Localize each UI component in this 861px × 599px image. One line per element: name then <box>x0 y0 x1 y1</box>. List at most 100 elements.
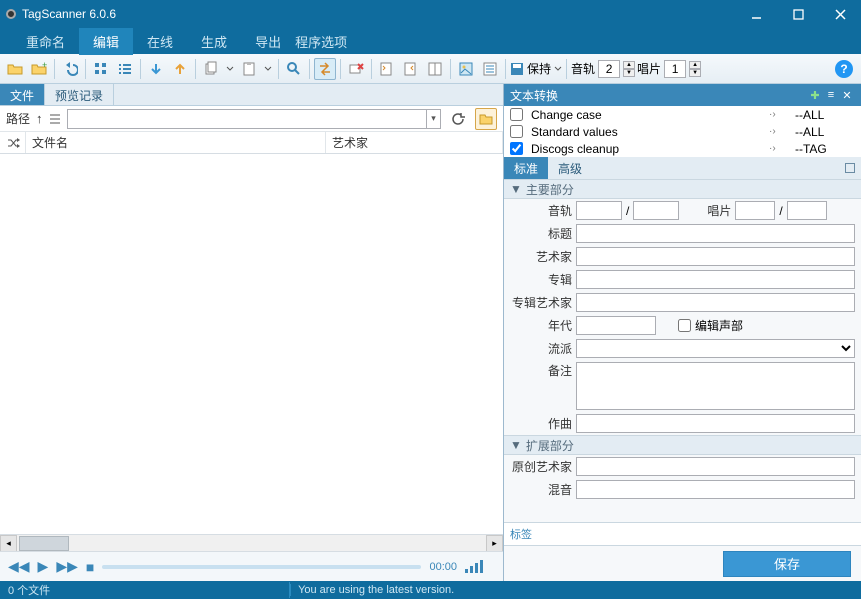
track-stepper[interactable]: ▲▼ <box>623 61 635 77</box>
refresh-icon <box>451 112 465 126</box>
script-checkbox[interactable] <box>510 108 523 121</box>
paste-dropdown[interactable] <box>262 58 274 80</box>
panel-close-icon[interactable]: ✕ <box>839 89 855 102</box>
field-comment-label: 备注 <box>510 362 572 379</box>
title-input[interactable] <box>576 224 855 243</box>
disc-number-input[interactable] <box>664 60 686 78</box>
path-history-button[interactable] <box>49 113 61 125</box>
presets-button[interactable] <box>479 58 501 80</box>
remix-input[interactable] <box>576 480 855 499</box>
orig-artist-input[interactable] <box>576 457 855 476</box>
comment-input[interactable] <box>576 362 855 410</box>
paste-button[interactable] <box>238 58 260 80</box>
track-number-input[interactable] <box>598 60 620 78</box>
menu-generate[interactable]: 生成 <box>187 28 241 55</box>
album-input[interactable] <box>576 270 855 289</box>
player-next-button[interactable]: ▶▶ <box>56 558 78 575</box>
editor-detach-button[interactable] <box>845 163 855 173</box>
help-button[interactable]: ? <box>835 60 853 78</box>
minimize-button[interactable] <box>735 0 777 28</box>
tag-remove-icon <box>348 61 364 77</box>
search-button[interactable] <box>283 58 305 80</box>
move-up-button[interactable] <box>169 58 191 80</box>
folder-icon <box>479 112 493 126</box>
tab-advanced[interactable]: 高级 <box>548 157 592 180</box>
panel-add-icon[interactable]: ✚ <box>807 89 823 102</box>
path-dropdown[interactable]: ▾ <box>427 109 441 129</box>
path-browse-button[interactable] <box>475 108 497 130</box>
track-total-input[interactable] <box>633 201 679 220</box>
script-row[interactable]: Change case ·› --ALL <box>504 106 861 123</box>
track-input[interactable] <box>576 201 622 220</box>
compilation-checkbox[interactable] <box>678 319 691 332</box>
path-refresh-button[interactable] <box>447 108 469 130</box>
artist-input[interactable] <box>576 247 855 266</box>
field-disc-label: 唱片 <box>707 202 731 219</box>
tab-files[interactable]: 文件 <box>0 84 45 105</box>
script-3-button[interactable] <box>424 58 446 80</box>
player-seek-bar[interactable] <box>102 565 421 569</box>
disc-input[interactable] <box>735 201 775 220</box>
track-number-control: 音轨 ▲▼ <box>571 58 635 80</box>
undo-button[interactable] <box>59 58 81 80</box>
disc-label: 唱片 <box>637 60 661 77</box>
section-ext[interactable]: ▼扩展部分 <box>504 435 861 455</box>
field-genre-label: 流派 <box>510 340 572 357</box>
script-name: Discogs cleanup <box>531 142 761 156</box>
col-artist[interactable]: 艺术家 <box>326 132 503 153</box>
path-up-button[interactable]: ↑ <box>36 111 43 126</box>
script-row[interactable]: Standard values ·› --ALL <box>504 123 861 140</box>
move-down-button[interactable] <box>145 58 167 80</box>
player-prev-button[interactable]: ◀◀ <box>8 558 30 575</box>
menu-options[interactable]: 程序选项 <box>295 32 861 51</box>
script-checkbox[interactable] <box>510 125 523 138</box>
add-folder-button[interactable]: + <box>28 58 50 80</box>
script-target: --TAG <box>795 142 855 156</box>
file-list-hscroll[interactable]: ◂ ▸ <box>0 534 503 551</box>
menu-export[interactable]: 导出 <box>241 28 295 55</box>
section-main[interactable]: ▼主要部分 <box>504 179 861 199</box>
copy-button[interactable] <box>200 58 222 80</box>
open-folder-button[interactable] <box>4 58 26 80</box>
script-checkbox[interactable] <box>510 142 523 155</box>
player-stop-button[interactable]: ■ <box>86 559 94 575</box>
close-button[interactable] <box>819 0 861 28</box>
year-input[interactable] <box>576 316 656 335</box>
menu-rename[interactable]: 重命名 <box>12 28 79 55</box>
panel-menu-icon[interactable]: ≡ <box>823 89 839 101</box>
keep-mode-combo[interactable]: 保持 <box>510 58 562 80</box>
tab-standard[interactable]: 标准 <box>504 157 548 180</box>
menu-online[interactable]: 在线 <box>133 28 187 55</box>
scroll-right-arrow[interactable]: ▸ <box>486 535 503 552</box>
col-filename[interactable]: 文件名 <box>26 132 326 153</box>
transform-toggle-button[interactable] <box>314 58 336 80</box>
script-row[interactable]: Discogs cleanup ·› --TAG <box>504 140 861 157</box>
file-list[interactable] <box>0 154 503 534</box>
scroll-left-arrow[interactable]: ◂ <box>0 535 17 552</box>
tag-version-label: 标签 <box>504 522 861 545</box>
remove-tag-button[interactable] <box>345 58 367 80</box>
title-bar: TagScanner 6.0.6 <box>0 0 861 28</box>
path-input[interactable] <box>67 109 427 129</box>
disc-total-input[interactable] <box>787 201 827 220</box>
menu-edit[interactable]: 编辑 <box>79 28 133 55</box>
save-button[interactable]: 保存 <box>723 551 851 577</box>
track-label: 音轨 <box>571 60 595 77</box>
copy-dropdown[interactable] <box>224 58 236 80</box>
genre-select[interactable] <box>576 339 855 358</box>
maximize-button[interactable] <box>777 0 819 28</box>
player-play-button[interactable]: ▶ <box>38 558 49 575</box>
col-shuffle[interactable] <box>0 132 26 153</box>
disc-stepper[interactable]: ▲▼ <box>689 61 701 77</box>
tab-preview-log[interactable]: 预览记录 <box>45 84 114 105</box>
view-list-button[interactable] <box>114 58 136 80</box>
view-grid-button[interactable] <box>90 58 112 80</box>
album-artist-input[interactable] <box>576 293 855 312</box>
script-1-button[interactable] <box>376 58 398 80</box>
script-2-button[interactable] <box>400 58 422 80</box>
window-title: TagScanner 6.0.6 <box>22 7 116 21</box>
scroll-thumb[interactable] <box>19 536 69 551</box>
cover-button[interactable] <box>455 58 477 80</box>
composer-input[interactable] <box>576 414 855 433</box>
player-volume[interactable] <box>465 560 495 573</box>
